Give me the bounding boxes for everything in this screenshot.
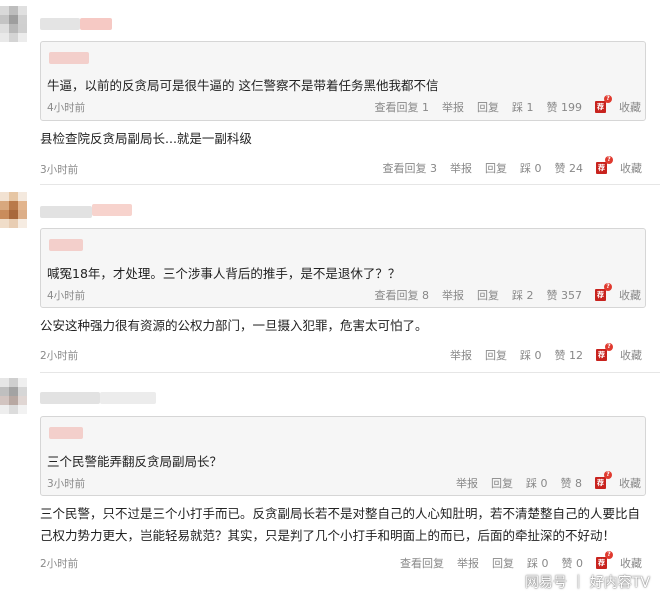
view-replies-link[interactable]: 查看回复 3 — [383, 160, 438, 176]
quoted-comment-text: 喊冤18年，才处理。三个涉事人背后的推手，是不是退休了？？ — [47, 266, 401, 281]
username-blurred[interactable] — [40, 392, 100, 404]
quoted-comment-text: 三个民警能弄翻反贪局副局长？ — [47, 454, 223, 469]
quoted-username-blurred — [49, 52, 89, 64]
quoted-comment-actions: 查看回复 8 举报 回复 踩 2 赞 357 荐? 收藏 — [362, 283, 641, 303]
username-blurred — [80, 18, 112, 30]
comment-text: 县检查院反贪局副局长...就是一副科级 — [40, 131, 252, 146]
reply-link[interactable]: 回复 — [485, 160, 507, 176]
help-icon: ? — [604, 471, 612, 479]
like-button[interactable]: 赞 24 — [555, 160, 584, 176]
recommend-label: 荐 — [597, 103, 604, 111]
comment-actions: 查看回复 举报 回复 踩 0 赞 0 荐? 收藏 — [387, 551, 642, 571]
avatar[interactable] — [0, 378, 28, 416]
recommend-icon[interactable]: 荐? — [595, 471, 612, 489]
like-button[interactable]: 赞 357 — [547, 287, 583, 303]
dislike-button[interactable]: 踩 1 — [512, 99, 534, 115]
recommend-label: 荐 — [597, 479, 604, 487]
help-icon: ? — [605, 156, 613, 164]
collect-link[interactable]: 收藏 — [620, 555, 642, 571]
username-blurred[interactable] — [40, 206, 92, 218]
quoted-username-blurred — [49, 427, 83, 439]
collect-link[interactable]: 收藏 — [619, 99, 641, 115]
dislike-button[interactable]: 踩 0 — [520, 347, 542, 363]
like-button[interactable]: 赞 199 — [547, 99, 583, 115]
reply-link[interactable]: 回复 — [477, 99, 499, 115]
dislike-button[interactable]: 踩 0 — [527, 555, 549, 571]
like-button[interactable]: 赞 8 — [561, 475, 583, 491]
username-blurred — [100, 392, 156, 404]
watermark: 网易号 ｜ 好内容TV — [524, 575, 650, 591]
report-link[interactable]: 举报 — [442, 99, 464, 115]
comment-text: 三个民警，只不过是三个小打手而已。反贪副局长若不是对整自己的人心知肚明，若不清楚… — [40, 506, 641, 543]
username-blurred[interactable] — [40, 18, 80, 30]
quoted-comment-text: 牛逼，以前的反贪局可是很牛逼的 这仨警察不是带着任务黑他我都不信 — [47, 78, 439, 93]
collect-link[interactable]: 收藏 — [619, 287, 641, 303]
recommend-icon[interactable]: 荐? — [596, 343, 613, 361]
recommend-icon[interactable]: 荐? — [596, 551, 613, 569]
quoted-comment-time: 4小时前 — [47, 290, 86, 302]
help-icon: ? — [605, 551, 613, 559]
reply-link[interactable]: 回复 — [477, 287, 499, 303]
recommend-icon[interactable]: 荐? — [595, 95, 612, 113]
dislike-button[interactable]: 踩 2 — [512, 287, 534, 303]
quoted-comment: 三个民警能弄翻反贪局副局长？ 3小时前 举报 回复 踩 0 赞 8 荐? 收藏 — [40, 416, 646, 496]
recommend-label: 荐 — [598, 351, 605, 359]
divider — [40, 372, 660, 373]
quoted-comment: 喊冤18年，才处理。三个涉事人背后的推手，是不是退休了？？ 4小时前 查看回复 … — [40, 228, 646, 308]
view-replies-link[interactable]: 查看回复 — [400, 555, 444, 571]
dislike-button[interactable]: 踩 0 — [520, 160, 542, 176]
dislike-button[interactable]: 踩 0 — [526, 475, 548, 491]
recommend-label: 荐 — [598, 559, 605, 567]
reply-link[interactable]: 回复 — [492, 555, 514, 571]
report-link[interactable]: 举报 — [456, 475, 478, 491]
report-link[interactable]: 举报 — [457, 555, 479, 571]
help-icon: ? — [604, 283, 612, 291]
reply-link[interactable]: 回复 — [491, 475, 513, 491]
reply-link[interactable]: 回复 — [485, 347, 507, 363]
divider — [40, 184, 660, 185]
view-replies-link[interactable]: 查看回复 1 — [375, 99, 430, 115]
quoted-comment-time: 4小时前 — [47, 102, 86, 114]
comment-time: 2小时前 — [40, 350, 79, 362]
quoted-comment-actions: 查看回复 1 举报 回复 踩 1 赞 199 荐? 收藏 — [362, 95, 641, 115]
avatar[interactable] — [0, 6, 28, 44]
like-button[interactable]: 赞 0 — [562, 555, 584, 571]
report-link[interactable]: 举报 — [450, 160, 472, 176]
quoted-comment-actions: 举报 回复 踩 0 赞 8 荐? 收藏 — [443, 471, 641, 491]
recommend-icon[interactable]: 荐? — [595, 283, 612, 301]
report-link[interactable]: 举报 — [450, 347, 472, 363]
comment-actions: 举报 回复 踩 0 赞 12 荐? 收藏 — [437, 343, 642, 363]
quoted-comment-time: 3小时前 — [47, 478, 86, 490]
quoted-comment: 牛逼，以前的反贪局可是很牛逼的 这仨警察不是带着任务黑他我都不信 4小时前 查看… — [40, 41, 646, 121]
report-link[interactable]: 举报 — [442, 287, 464, 303]
collect-link[interactable]: 收藏 — [620, 160, 642, 176]
help-icon: ? — [605, 343, 613, 351]
collect-link[interactable]: 收藏 — [619, 475, 641, 491]
like-button[interactable]: 赞 12 — [555, 347, 584, 363]
recommend-icon[interactable]: 荐? — [596, 156, 613, 174]
quoted-username-blurred — [49, 239, 83, 251]
comment-time: 2小时前 — [40, 558, 79, 570]
comment-text: 公安这种强力很有资源的公权力部门，一旦摄入犯罪，危害太可怕了。 — [40, 318, 428, 333]
avatar[interactable] — [0, 192, 28, 230]
recommend-label: 荐 — [597, 291, 604, 299]
help-icon: ? — [604, 95, 612, 103]
comment-time: 3小时前 — [40, 164, 79, 176]
comment-actions: 查看回复 3 举报 回复 踩 0 赞 24 荐? 收藏 — [370, 156, 642, 176]
view-replies-link[interactable]: 查看回复 8 — [375, 287, 430, 303]
recommend-label: 荐 — [598, 164, 605, 172]
collect-link[interactable]: 收藏 — [620, 347, 642, 363]
username-blurred — [92, 204, 132, 216]
